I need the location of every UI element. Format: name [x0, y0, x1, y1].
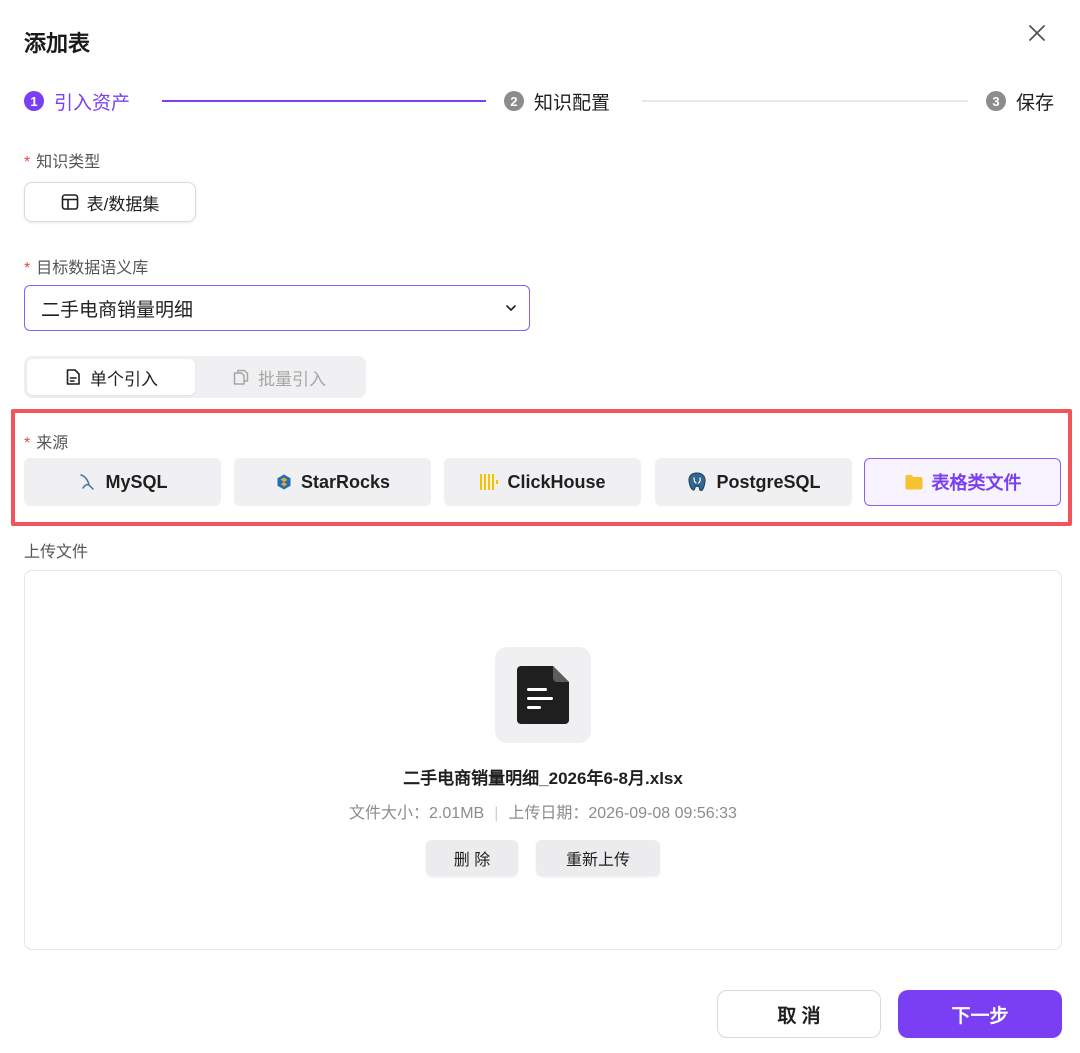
batch-import-label: 批量引入 — [258, 369, 326, 389]
delete-file-button[interactable]: 删 除 — [426, 840, 518, 876]
step-2-label: 知识配置 — [534, 92, 611, 114]
step-3: 3 保存 — [986, 88, 1054, 114]
target-library-label: * 目标数据语义库 — [24, 254, 148, 278]
step-1-number: 1 — [24, 91, 44, 111]
mysql-dolphin-icon — [80, 474, 95, 490]
meta-separator: | — [494, 805, 499, 822]
step-2-number: 2 — [504, 91, 524, 111]
source-options: MySQL StarRocks ClickHouse PostgreSQL 表格… — [24, 458, 1064, 506]
import-mode-toggle: 单个引入 批量引入 — [24, 356, 366, 398]
upload-date: 上传日期：2026-09-08 09:56:33 — [508, 805, 737, 822]
step-3-label: 保存 — [1016, 92, 1055, 114]
dialog-title: 添加表 — [24, 31, 91, 56]
next-step-button[interactable]: 下一步 — [898, 990, 1062, 1038]
required-mark: * — [24, 260, 31, 277]
starrocks-icon — [277, 474, 291, 490]
source-postgresql-label: PostgreSQL — [716, 471, 821, 492]
target-library-select[interactable]: 二手电商销量明细 — [24, 285, 530, 331]
reupload-button[interactable]: 重新上传 — [536, 840, 660, 876]
knowledge-type-table-button[interactable]: 表/数据集 — [24, 182, 196, 222]
source-label-text: 来源 — [36, 435, 69, 452]
source-mysql-button[interactable]: MySQL — [24, 458, 221, 506]
knowledge-type-label: * 知识类型 — [24, 148, 100, 172]
source-starrocks-label: StarRocks — [300, 471, 391, 492]
source-postgresql-button[interactable]: PostgreSQL — [655, 458, 852, 506]
target-library-label-text: 目标数据语义库 — [36, 260, 149, 277]
source-starrocks-button[interactable]: StarRocks — [234, 458, 431, 506]
step-2: 2 知识配置 — [504, 88, 610, 114]
source-clickhouse-button[interactable]: ClickHouse — [444, 458, 641, 506]
knowledge-type-option-label: 表/数据集 — [86, 194, 160, 214]
step-1-label: 引入资产 — [54, 92, 131, 114]
upload-label: 上传文件 — [24, 544, 89, 561]
source-spreadsheet-file-button[interactable]: 表格类文件 — [864, 458, 1061, 506]
clickhouse-bars-icon — [480, 474, 499, 490]
required-mark: * — [24, 435, 31, 452]
file-icon — [517, 666, 569, 724]
close-icon[interactable] — [1026, 22, 1048, 44]
step-1: 1 引入资产 — [24, 88, 130, 114]
source-clickhouse-label: ClickHouse — [507, 471, 606, 492]
stepper: 1 引入资产 2 知识配置 3 保存 — [24, 88, 1064, 114]
upload-dropzone[interactable]: 二手电商销量明细_2026年6-8月.xlsx 文件大小：2.01MB | 上传日期… — [24, 570, 1062, 950]
file-size: 文件大小：2.01MB — [349, 805, 485, 822]
step-3-number: 3 — [986, 91, 1006, 111]
document-icon — [66, 369, 80, 385]
batch-import-tab[interactable]: 批量引入 — [195, 359, 363, 395]
source-spreadsheet-file-label: 表格类文件 — [931, 473, 1022, 493]
table-icon — [61, 194, 78, 210]
cancel-button[interactable]: 取 消 — [717, 990, 881, 1038]
target-library-value: 二手电商销量明细 — [41, 299, 194, 321]
uploaded-file-meta: 文件大小：2.01MB | 上传日期：2026-09-08 09:56:33 — [25, 799, 1061, 823]
add-table-dialog: 添加表 1 引入资产 2 知识配置 3 保存 * 知识类型 表/数据集 * 目标数据… — [0, 0, 1080, 1053]
required-mark: * — [24, 154, 31, 171]
postgresql-elephant-icon — [688, 472, 707, 492]
knowledge-type-label-text: 知识类型 — [36, 154, 101, 171]
file-icon-container — [495, 647, 591, 743]
chevron-down-icon — [506, 305, 516, 311]
single-import-tab[interactable]: 单个引入 — [27, 359, 195, 395]
source-mysql-label: MySQL — [105, 471, 168, 492]
source-label: * 来源 — [24, 429, 68, 453]
uploaded-file-name: 二手电商销量明细_2026年6-8月.xlsx — [403, 769, 683, 788]
folder-icon — [905, 475, 922, 490]
file-actions: 删 除 重新上传 — [25, 840, 1061, 876]
step-connector-pending — [642, 100, 968, 102]
single-import-label: 单个引入 — [90, 369, 158, 389]
step-connector-done — [162, 100, 486, 102]
copy-icon — [233, 369, 249, 385]
